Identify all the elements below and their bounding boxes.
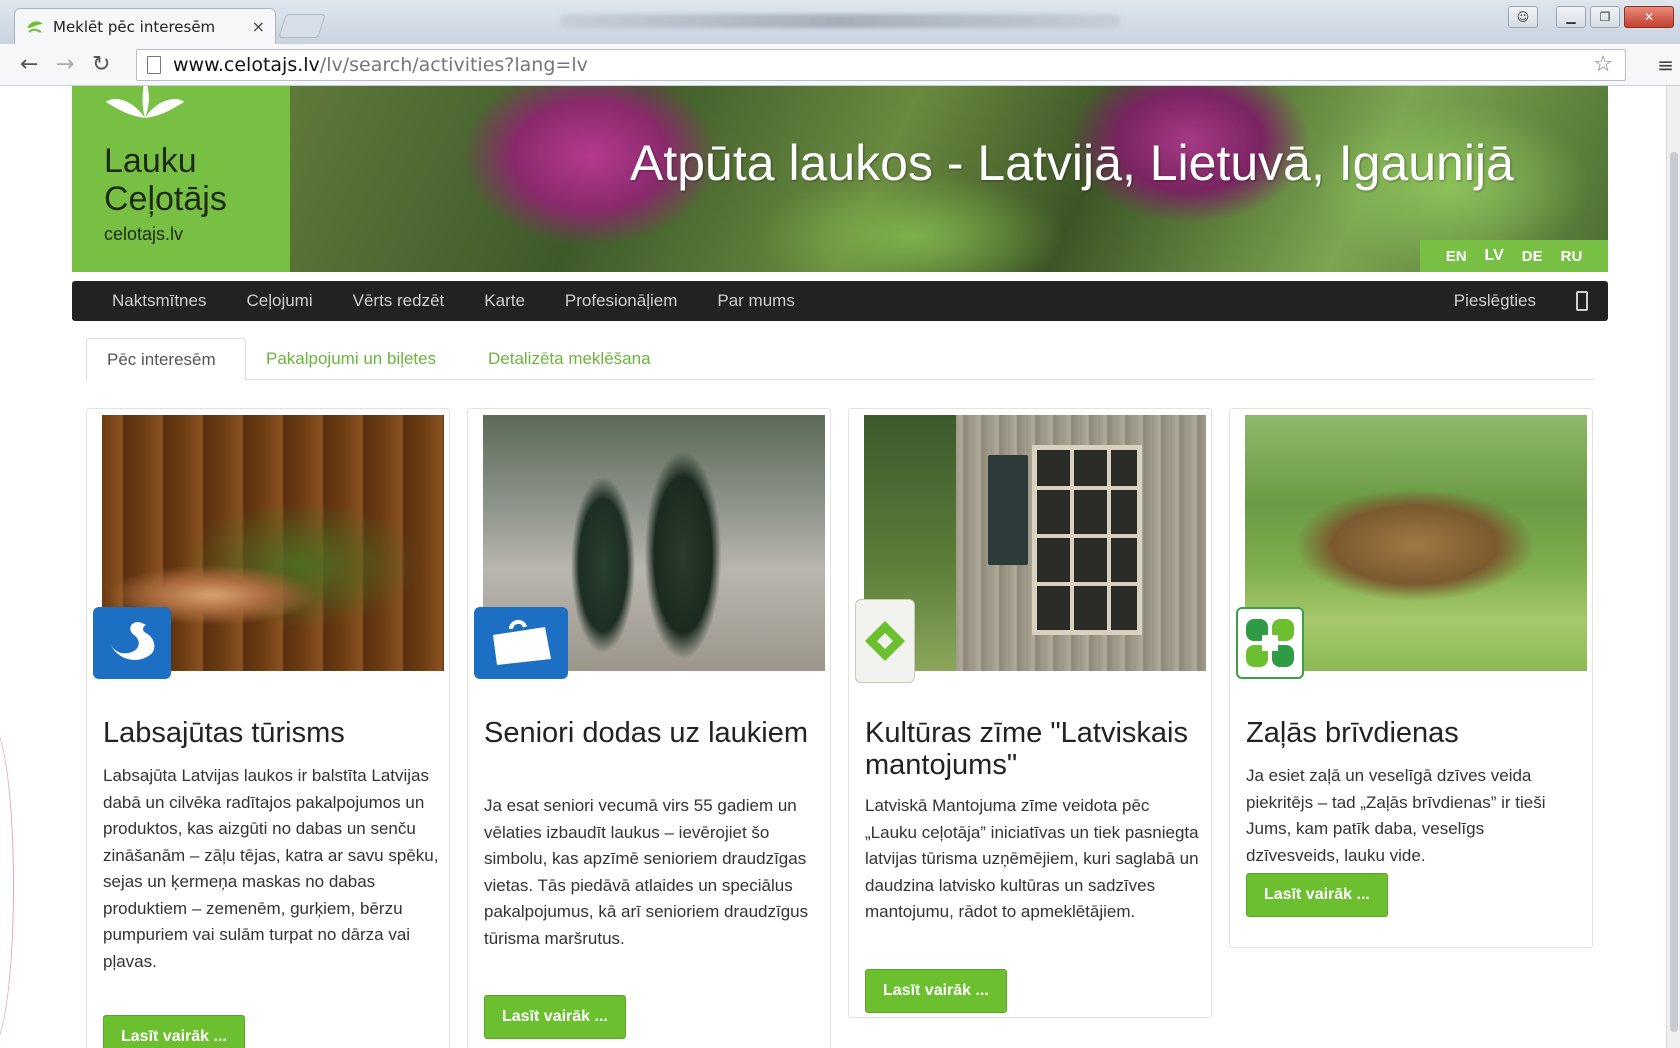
read-more-button[interactable]: Lasīt vairāk ... xyxy=(865,969,1007,1013)
forward-arrow-icon[interactable]: → xyxy=(56,52,74,77)
card-wellness: Labsajūtas tūrisms Labsajūta Latvijas la… xyxy=(86,408,450,1048)
browser-tab[interactable]: Meklēt pēc interesēm × xyxy=(14,8,276,44)
nav-item-about[interactable]: Par mums xyxy=(717,291,794,311)
back-arrow-icon[interactable]: ← xyxy=(20,52,38,77)
web-page: Lauku Ceļotājs celotajs.lv Atpūta laukos… xyxy=(0,86,1680,1048)
browser-menu-icon[interactable]: ≡ xyxy=(1657,53,1674,77)
logo-line2: Ceļotājs xyxy=(104,180,227,218)
tab-services-tickets[interactable]: Pakalpojumi un biļetes xyxy=(246,338,456,380)
logo-leaf-icon xyxy=(106,86,184,118)
card-text: Labsajūta Latvijas laukos ir balstīta La… xyxy=(103,766,439,971)
tab-by-interests[interactable]: Pēc interesēm xyxy=(86,338,246,381)
lang-ru[interactable]: RU xyxy=(1561,248,1583,265)
browser-toolbar: ← → ↻ www.celotajs.lv/lv/search/activiti… xyxy=(0,44,1680,86)
address-bar[interactable]: www.celotajs.lv/lv/search/activities?lan… xyxy=(136,49,1626,81)
tab-detailed-search[interactable]: Detalizēta meklēšana xyxy=(468,338,671,380)
language-switcher: EN LV DE RU xyxy=(1420,240,1608,272)
card-title: Labsajūtas tūrisms xyxy=(103,717,345,749)
tab-close-icon[interactable]: × xyxy=(252,17,265,36)
card-title: Seniori dodas uz laukiem xyxy=(484,717,809,749)
nav-item-accommodation[interactable]: Naktsmītnes xyxy=(112,291,206,311)
main-navigation: Naktsmītnes Ceļojumi Vērts redzēt Karte … xyxy=(72,281,1608,321)
site-logo[interactable]: Lauku Ceļotājs celotajs.lv xyxy=(72,86,290,272)
nav-item-sights[interactable]: Vērts redzēt xyxy=(353,291,445,311)
banner-title: Atpūta laukos - Latvijā, Lietuvā, Igauni… xyxy=(630,135,1514,191)
card-seniors: Seniori dodas uz laukiem Ja esat seniori… xyxy=(467,408,831,1048)
leaf-favicon-icon xyxy=(27,20,43,33)
heritage-diamond-icon xyxy=(855,599,915,683)
suitcase-icon xyxy=(474,607,568,679)
read-more-button[interactable]: Lasīt vairāk ... xyxy=(1246,873,1388,917)
url-host: www.celotajs.lv xyxy=(173,54,320,76)
reload-icon[interactable]: ↻ xyxy=(92,52,110,77)
read-more-button[interactable]: Lasīt vairāk ... xyxy=(103,1015,245,1048)
search-tabs: Pēc interesēm Pakalpojumi un biļetes Det… xyxy=(86,338,1594,381)
site-banner: Lauku Ceļotājs celotajs.lv Atpūta laukos… xyxy=(72,86,1608,272)
green-cross-icon xyxy=(1236,607,1304,679)
restore-icon[interactable]: ❐ xyxy=(1590,6,1620,28)
lang-lv[interactable]: LV xyxy=(1485,247,1504,265)
swan-icon xyxy=(93,607,171,679)
nav-item-professionals[interactable]: Profesionāļiem xyxy=(565,291,677,311)
card-text: Ja esat seniori vecumā virs 55 gadiem un… xyxy=(484,796,809,948)
new-tab-button[interactable] xyxy=(278,14,326,38)
window-close-icon[interactable]: ✕ xyxy=(1624,6,1674,28)
tab-title: Meklēt pēc interesēm xyxy=(53,17,216,36)
minimize-icon[interactable]: ▁ xyxy=(1556,6,1586,28)
heritage-photo[interactable] xyxy=(864,415,1206,671)
mobile-phone-icon[interactable] xyxy=(1576,291,1588,311)
user-profile-icon[interactable]: ☺ xyxy=(1508,6,1538,28)
card-text: Ja esiet zaļā un veselīgā dzīves veida p… xyxy=(1246,766,1546,865)
browser-titlebar: Meklēt pēc interesēm × ☺ ▁ ❐ ✕ xyxy=(0,0,1680,44)
nav-item-map[interactable]: Karte xyxy=(484,291,525,311)
url-path: /lv/search/activities?lang=lv xyxy=(319,54,588,76)
lang-de[interactable]: DE xyxy=(1522,248,1543,265)
card-title: Zaļās brīvdienas xyxy=(1246,717,1459,749)
bookmark-star-icon[interactable]: ☆ xyxy=(1593,52,1613,77)
decorative-curve xyxy=(0,726,14,1046)
card-heritage: Kultūras zīme "Latviskais mantojums" Lat… xyxy=(848,408,1212,1018)
nav-item-trips[interactable]: Ceļojumi xyxy=(246,291,312,311)
logo-line1: Lauku xyxy=(104,142,197,180)
login-link[interactable]: Pieslēgties xyxy=(1454,291,1536,311)
card-text: Latviskā Mantojuma zīme veidota pēc „Lau… xyxy=(865,796,1199,921)
logo-domain: celotajs.lv xyxy=(104,224,184,244)
card-title: Kultūras zīme "Latviskais mantojums" xyxy=(865,717,1188,781)
lang-en[interactable]: EN xyxy=(1446,248,1467,265)
page-icon xyxy=(147,56,161,74)
page-scrollbar[interactable] xyxy=(1666,86,1680,1048)
scrollbar-thumb[interactable] xyxy=(1670,152,1678,1032)
card-green-holidays: Zaļās brīvdienas Ja esiet zaļā un veselī… xyxy=(1229,408,1593,948)
blurred-window-title xyxy=(560,14,1120,28)
read-more-button[interactable]: Lasīt vairāk ... xyxy=(484,995,626,1039)
